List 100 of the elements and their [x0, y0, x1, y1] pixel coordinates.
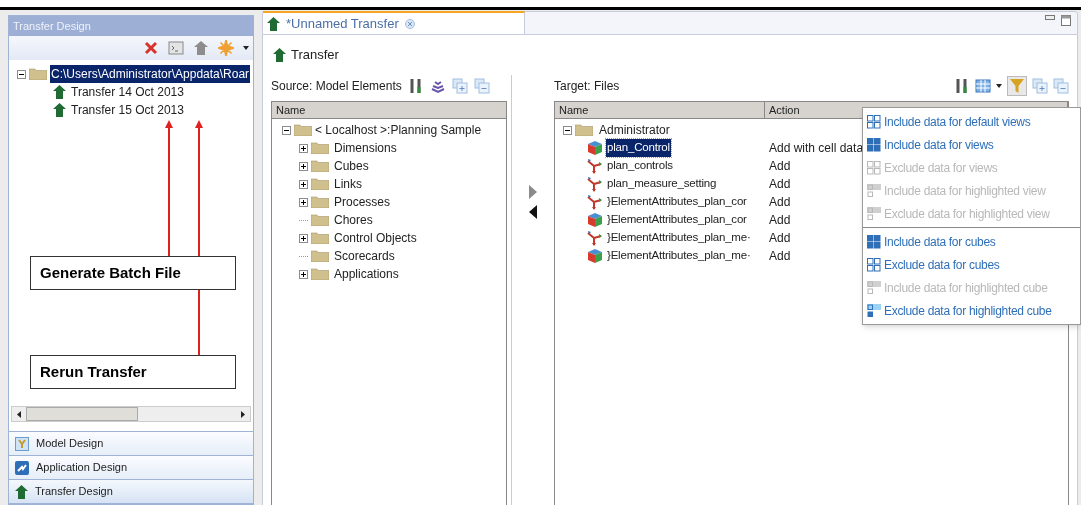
checked-grid-icon	[867, 137, 881, 152]
expand-toggle[interactable]	[299, 233, 308, 243]
move-right-icon[interactable]	[529, 185, 537, 199]
column-header[interactable]: Name	[272, 102, 506, 119]
cube-icon	[587, 140, 603, 156]
tree-item[interactable]: Control Objects	[332, 229, 417, 247]
action-cell-text: Add	[769, 176, 791, 193]
action-cell-text: Add with cell data	[769, 140, 864, 157]
tree-item[interactable]: Dimensions	[332, 139, 397, 157]
tree-item[interactable]: < Localhost >:Planning Sample	[315, 121, 482, 139]
tree-item[interactable]: Transfer 14 Oct 2013	[71, 83, 184, 101]
folder-icon	[575, 124, 593, 136]
up-arrow-icon	[15, 484, 28, 499]
dropdown-arrow-icon[interactable]	[243, 46, 249, 50]
tree-item[interactable]: Applications	[332, 265, 399, 283]
highlight-toggle-icon	[867, 303, 881, 318]
callout-label: Generate Batch File	[30, 256, 236, 290]
menu-item[interactable]: Exclude data for highlighted cube	[863, 299, 1080, 322]
expand-toggle[interactable]	[299, 179, 308, 189]
close-icon[interactable]	[404, 18, 415, 29]
up-arrow-icon	[53, 85, 66, 99]
move-left-icon[interactable]	[529, 205, 537, 219]
horizontal-scrollbar[interactable]	[11, 406, 251, 422]
target-title: Target: Files	[554, 78, 620, 95]
expand-toggle[interactable]	[299, 269, 308, 279]
minimize-icon[interactable]	[1045, 15, 1055, 20]
tree-item[interactable]: Scorecards	[332, 247, 395, 265]
folder-icon	[311, 142, 329, 154]
editor-tab[interactable]: *Unnamed Transfer	[263, 11, 525, 34]
editor-heading: Transfer	[291, 46, 339, 65]
highlight-toggle-icon	[867, 183, 881, 198]
empty-grid-icon	[867, 114, 881, 129]
collapse-toggle[interactable]	[563, 125, 572, 135]
up-arrow-icon[interactable]	[193, 40, 209, 56]
folder-icon	[311, 250, 329, 262]
tree-item[interactable]: Links	[332, 175, 362, 193]
empty-grid-icon	[867, 257, 881, 272]
tree-item[interactable]: Transfer 15 Oct 2013	[71, 101, 184, 119]
filter-icon	[1010, 79, 1024, 93]
scroll-right-icon[interactable]	[241, 410, 245, 418]
menu-item[interactable]: Exclude data for cubes	[863, 253, 1080, 276]
delete-icon[interactable]	[143, 40, 159, 56]
expand-toggle[interactable]	[299, 197, 308, 207]
layers-icon[interactable]	[429, 78, 446, 94]
folder-icon	[311, 196, 329, 208]
model-icon	[15, 436, 29, 451]
folder-icon	[311, 214, 329, 226]
up-arrow-icon	[267, 16, 280, 31]
navigation-item[interactable]: Application Design	[9, 456, 253, 480]
branch-arrows-icon	[587, 230, 603, 246]
tree-item[interactable]: }ElementAttributes_plan_me·	[606, 229, 752, 247]
tree-item[interactable]: plan_measure_setting	[606, 175, 718, 193]
scroll-left-icon[interactable]	[17, 410, 21, 418]
action-cell-text: Add	[769, 230, 791, 247]
tree-item[interactable]: C:\Users\Administrator\Appdata\Roar	[50, 65, 251, 83]
collapse-toggle[interactable]	[282, 125, 291, 135]
menu-item[interactable]: Include data for default views	[863, 110, 1080, 133]
checked-grid-icon	[867, 234, 881, 249]
tree-item[interactable]: }ElementAttributes_plan_cor	[606, 193, 748, 211]
navigation-item[interactable]: Model Design	[9, 432, 253, 456]
folder-icon	[311, 268, 329, 280]
tree-item[interactable]: }ElementAttributes_plan_me·	[606, 247, 752, 265]
tree-item[interactable]: Chores	[332, 211, 373, 229]
empty-grid-icon	[867, 160, 881, 175]
cube-icon	[587, 248, 603, 264]
table-icon[interactable]	[975, 78, 991, 94]
navigation-item[interactable]: Transfer Design	[9, 480, 253, 504]
cube-icon	[587, 212, 603, 228]
maximize-icon[interactable]	[1061, 15, 1071, 26]
expand-toggle[interactable]	[299, 143, 308, 153]
source-title: Source: Model Elements	[271, 78, 402, 95]
branch-arrows-icon	[587, 176, 603, 192]
callout-label: Rerun Transfer	[30, 355, 236, 389]
folder-icon	[311, 160, 329, 172]
folder-icon	[294, 124, 312, 136]
folder-icon	[311, 178, 329, 190]
collapse-toggle[interactable]	[17, 69, 26, 79]
tree-item[interactable]: }ElementAttributes_plan_cor	[606, 211, 748, 229]
folder-icon	[311, 232, 329, 244]
branch-arrows-icon	[587, 158, 603, 174]
highlight-toggle-icon	[867, 206, 881, 221]
column-header[interactable]: Name	[555, 102, 765, 118]
action-cell-text: Add	[769, 248, 791, 265]
action-cell-text: Add	[769, 194, 791, 211]
tree-item[interactable]: plan_Control	[606, 139, 671, 157]
scroll-thumb[interactable]	[26, 407, 138, 421]
highlight-toggle-icon	[867, 280, 881, 295]
dropdown-arrow-icon[interactable]	[996, 84, 1002, 88]
tree-item[interactable]: Processes	[332, 193, 391, 211]
expand-toggle[interactable]	[299, 161, 308, 171]
up-arrow-icon	[53, 103, 66, 117]
up-arrow-icon	[273, 48, 286, 62]
branch-arrows-icon	[587, 194, 603, 210]
folder-icon	[29, 68, 47, 80]
tree-item[interactable]: plan_controls	[606, 157, 674, 175]
tree-item[interactable]: Cubes	[332, 157, 369, 175]
tree-item[interactable]: Administrator	[596, 121, 670, 139]
action-cell-text: Add	[769, 158, 791, 175]
menu-item[interactable]: Include data for views	[863, 133, 1080, 156]
menu-item[interactable]: Include data for cubes	[863, 230, 1080, 253]
